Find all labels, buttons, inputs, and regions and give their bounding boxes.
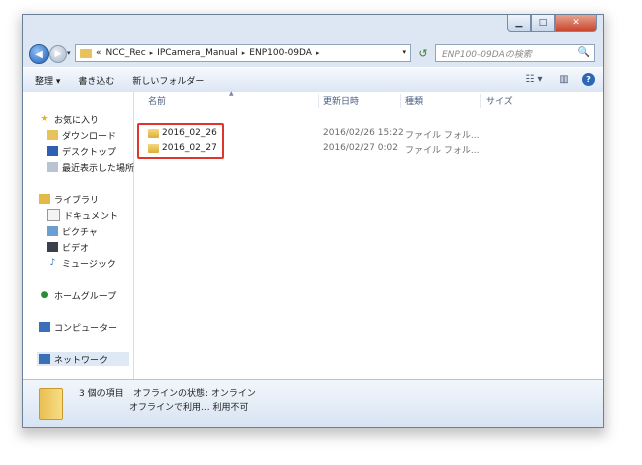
document-icon [47,209,60,221]
sidebar-item-favorites[interactable]: ★ お気に入り [39,112,99,126]
burn-button[interactable]: 書き込む [78,74,114,87]
file-type: ファイル フォル... [405,131,480,141]
sidebar-item-homegroup[interactable]: ● ホームグループ [39,288,117,302]
breadcrumb-separator-icon[interactable]: ▸ [316,49,320,57]
sidebar-item-pictures[interactable]: ピクチャ [47,224,98,238]
column-header-type[interactable]: 種類 [405,94,423,108]
sidebar-item-label: ホームグループ [54,291,117,302]
sidebar-item-label: コンピューター [54,323,118,334]
highlight-box [137,123,224,159]
caption-buttons: ▁ □ ✕ [507,15,597,32]
new-folder-button[interactable]: 新しいフォルダー [132,74,204,87]
organize-button[interactable]: 整理 ▾ [35,74,60,87]
details-pane: 3 個の項目 オフラインの状態: オンライン オフラインで利用... 利用不可 [23,379,603,427]
breadcrumb-enp100[interactable]: ENP100-09DA [249,48,312,58]
sidebar-item-label: ダウンロード [62,131,117,142]
search-placeholder: ENP100-09DAの検索 [442,49,532,60]
folder-icon [39,388,63,420]
video-icon [47,242,58,252]
file-date: 2016/02/27 0:02 [323,143,398,153]
item-count: 3 個の項目 [79,389,124,399]
folder-icon [80,48,92,58]
sidebar-item-music[interactable]: ♪ ミュージック [47,256,116,270]
sidebar-item-recent[interactable]: 最近表示した場所 [47,160,134,174]
navigation-bar: ◀ ▶ ▾ « NCC_Rec ▸ IPCamera_Manual ▸ ENP1… [23,39,603,67]
breadcrumb-ipcamera-manual[interactable]: IPCamera_Manual [157,48,238,58]
column-header-date[interactable]: 更新日時 [323,94,359,108]
breadcrumb-separator-icon[interactable]: ▸ [150,49,154,57]
sidebar-item-desktop[interactable]: デスクトップ [47,144,116,158]
sidebar-item-label: ネットワーク [54,355,109,366]
explorer-window: ▁ □ ✕ ◀ ▶ ▾ « NCC_Rec ▸ IPCamera_Manual … [22,14,604,428]
star-icon: ★ [40,114,49,124]
sidebar-item-label: ドキュメント [64,211,119,222]
column-header-size[interactable]: サイズ [486,94,513,108]
sidebar-item-videos[interactable]: ビデオ [47,240,89,254]
sidebar-item-label: ミュージック [62,259,116,270]
offline-status: オフラインの状態: オンライン [133,389,256,399]
column-divider[interactable] [480,94,481,108]
homegroup-icon: ● [40,290,49,300]
address-bar[interactable]: « NCC_Rec ▸ IPCamera_Manual ▸ ENP100-09D… [75,44,411,62]
minimize-button[interactable]: ▁ [507,15,531,32]
view-options-icon[interactable]: ☷ ▾ [522,72,546,86]
breadcrumb-separator-icon[interactable]: ▸ [242,49,246,57]
file-type: ファイル フォル... [405,146,480,156]
recent-pages-chevron-icon[interactable]: ▾ [67,49,71,57]
downloads-folder-icon [47,130,58,140]
back-arrow-icon[interactable]: ◀ [29,44,49,64]
offline-availability: オフラインで利用... 利用不可 [129,403,249,413]
forward-arrow-icon[interactable]: ▶ [49,45,67,63]
preview-pane-icon[interactable]: ▥ [556,72,572,86]
breadcrumb-overflow[interactable]: « [96,48,102,58]
refresh-icon[interactable]: ↺ [413,44,433,62]
sidebar-item-label: ピクチャ [62,227,98,238]
column-divider[interactable] [400,94,401,108]
title-bar: ▁ □ ✕ [23,15,603,39]
computer-icon [39,322,50,332]
sidebar-item-downloads[interactable]: ダウンロード [47,128,116,142]
sidebar-item-computer[interactable]: コンピューター [39,320,117,334]
pictures-icon [47,226,58,236]
sidebar-item-label: 最近表示した場所 [62,163,135,174]
close-button[interactable]: ✕ [555,15,597,32]
toolbar-right: ☷ ▾ ▥ ? [522,72,595,86]
sidebar-item-network[interactable]: ネットワーク [37,352,129,366]
search-input[interactable]: ENP100-09DAの検索 🔍 [435,44,595,62]
sidebar-item-label: ビデオ [62,243,90,254]
help-icon[interactable]: ? [582,72,595,86]
file-list: 名前 ▲ 更新日時 種類 サイズ 2016_02_26 2016/02/26 1… [134,90,603,379]
column-header-name[interactable]: 名前 [148,94,166,108]
maximize-button[interactable]: □ [531,15,555,32]
command-bar: 整理 ▾ 書き込む 新しいフォルダー ☷ ▾ ▥ ? [23,67,603,93]
sort-arrow-icon: ▲ [229,90,234,97]
sidebar-item-label: ライブラリ [54,195,100,206]
address-dropdown-icon[interactable]: ▾ [402,48,406,56]
file-date: 2016/02/26 15:22 [323,128,404,138]
network-icon [39,354,50,364]
breadcrumb-ncc-rec[interactable]: NCC_Rec [106,48,146,58]
navigation-pane: ★ お気に入り ダウンロード デスクトップ 最近表示した場所 ライブラリ ドキュ… [23,92,134,379]
sidebar-item-label: お気に入り [54,115,100,126]
column-divider[interactable] [318,94,319,108]
desktop-icon [47,146,58,156]
recent-places-icon [47,162,58,172]
sidebar-item-libraries[interactable]: ライブラリ [39,192,99,206]
libraries-icon [39,194,50,204]
music-note-icon: ♪ [49,258,56,268]
search-icon[interactable]: 🔍 [578,47,590,58]
sidebar-item-documents[interactable]: ドキュメント [47,208,118,222]
sidebar-item-label: デスクトップ [62,147,117,158]
